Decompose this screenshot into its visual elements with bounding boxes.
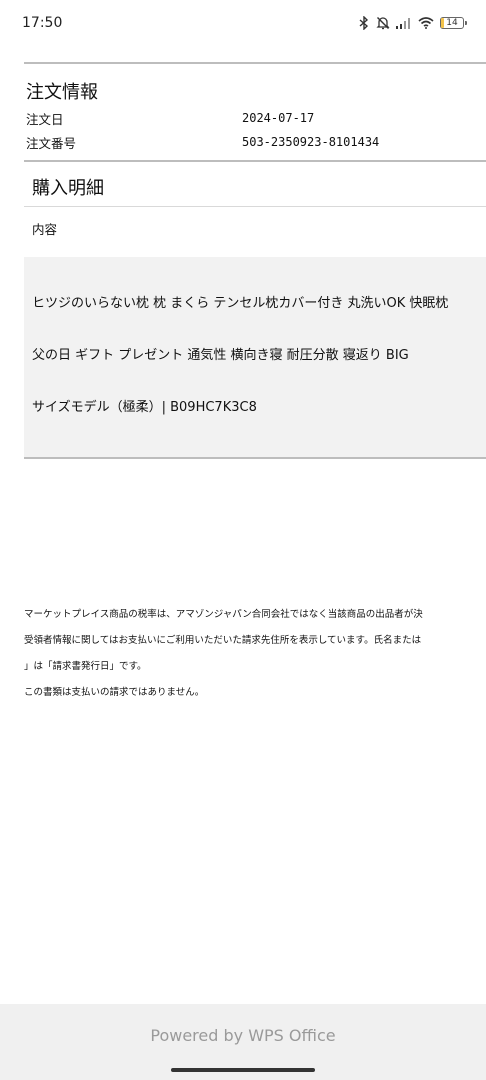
signal-icon: [396, 18, 410, 29]
battery-level: 14: [446, 18, 458, 28]
bluetooth-icon: [359, 16, 369, 30]
product-line: サイズモデル（極柔）| B09HC7K3C8: [32, 400, 257, 415]
footnote-line: この書類は支払いの請求ではありません。: [24, 687, 205, 698]
order-date-value: 2024-07-17: [242, 111, 315, 125]
order-date-row: 注文日 2024-07-17: [24, 106, 486, 130]
purchase-details-title: 購入明細: [32, 178, 104, 199]
status-time: 17:50: [22, 15, 63, 31]
document: 注文情報 注文日 2024-07-17 注文番号 503-2350923-810…: [24, 62, 486, 459]
product-line: 父の日 ギフト プレゼント 通気性 横向き寝 耐圧分散 寝返り BIG: [32, 348, 409, 363]
bell-muted-icon: [376, 17, 390, 30]
footnotes: マーケットプレイス商品の税率は、アマゾンジャパン合同会社ではなく当該商品の出品者…: [24, 602, 486, 706]
order-number-value: 503-2350923-8101434: [242, 135, 380, 149]
footnote-line: 受領者情報に関してはお支払いにご利用いただいた請求先住所を表示しています。氏名ま…: [24, 635, 422, 646]
divider: [24, 457, 486, 459]
order-number-row: 注文番号 503-2350923-8101434: [24, 130, 486, 154]
content-label: 内容: [32, 222, 58, 237]
status-bar: 17:50 14: [0, 0, 486, 46]
order-number-label: 注文番号: [26, 135, 77, 151]
product-line: ヒツジのいらない枕 枕 まくら テンセル枕カバー付き 丸洗いOK 快眠枕: [32, 296, 449, 311]
home-indicator[interactable]: [171, 1068, 315, 1072]
product-description: ヒツジのいらない枕 枕 まくら テンセル枕カバー付き 丸洗いOK 快眠枕 父の日…: [24, 257, 486, 457]
order-info-title: 注文情報: [26, 82, 98, 103]
powered-by-label: Powered by WPS Office: [150, 1026, 336, 1045]
status-icons: 14: [358, 16, 467, 30]
footnote-line: 」は「請求書発行日」です。: [24, 661, 147, 672]
footnote-line: マーケットプレイス商品の税率は、アマゾンジャパン合同会社ではなく当該商品の出品者…: [24, 609, 423, 620]
battery-icon: 14: [440, 17, 467, 29]
wifi-icon: [418, 17, 434, 29]
order-date-label: 注文日: [26, 111, 64, 127]
